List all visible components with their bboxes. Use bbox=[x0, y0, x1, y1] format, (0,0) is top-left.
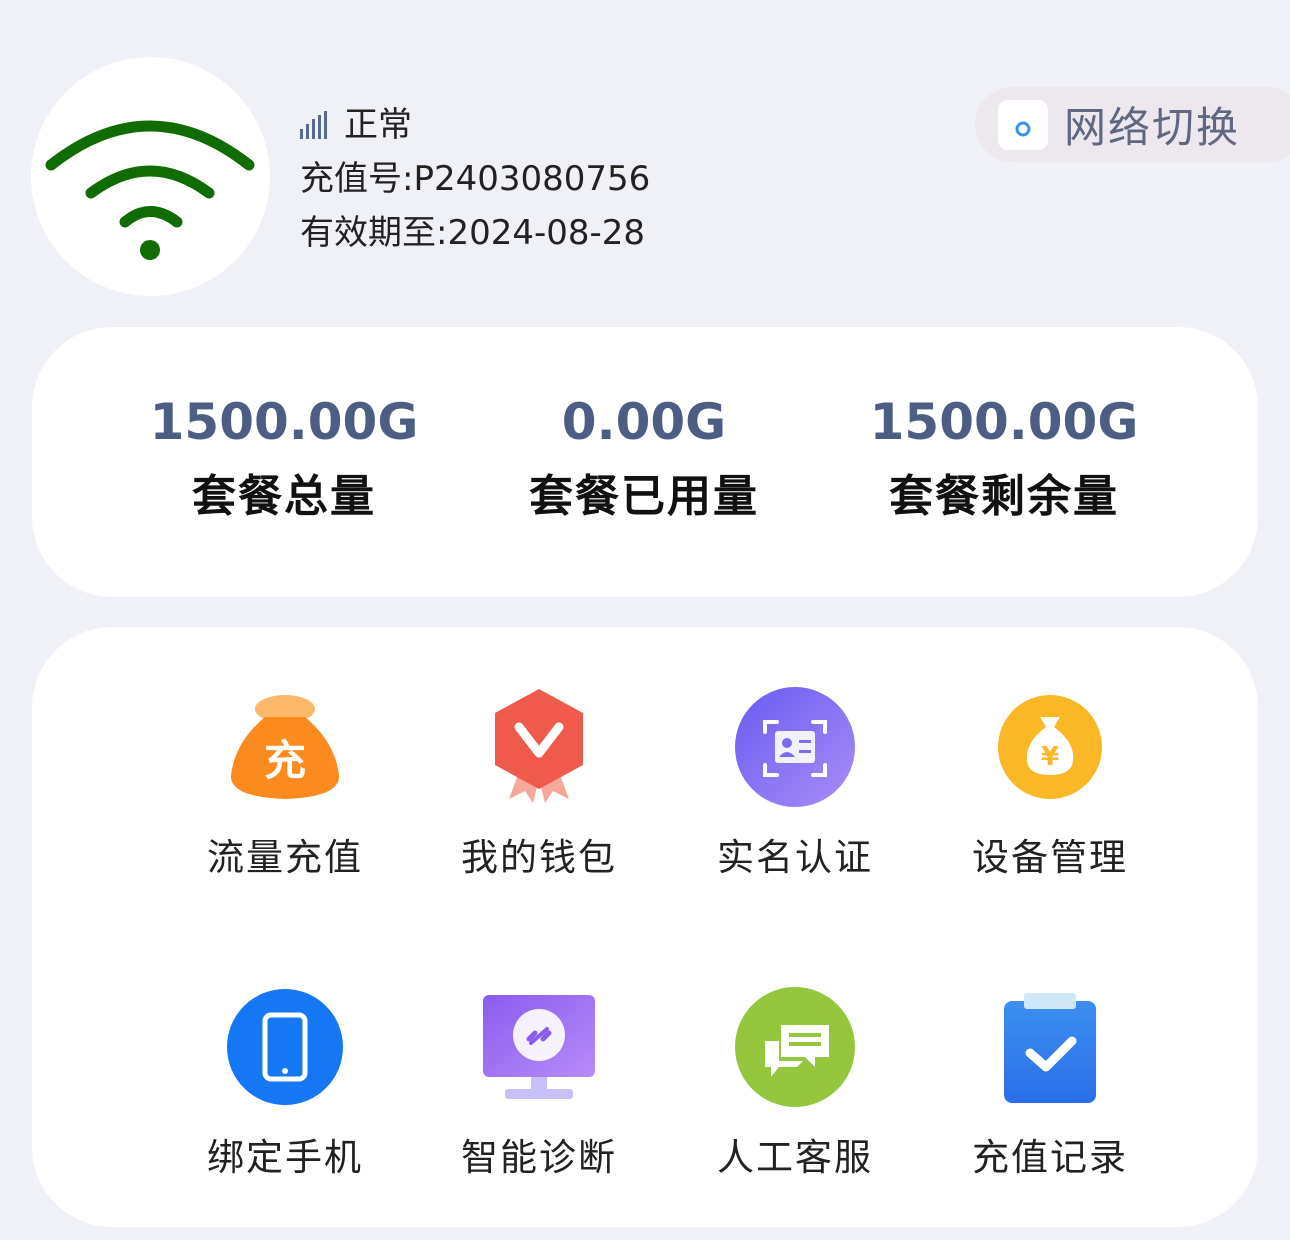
signal-bars-icon bbox=[300, 111, 327, 139]
status-text: 正常 bbox=[344, 105, 412, 145]
menu-label-bind-phone: 绑定手机 bbox=[207, 1136, 363, 1179]
stat-used-value: 0.00G bbox=[561, 393, 727, 451]
status-row: 正常 bbox=[300, 98, 650, 152]
id-card-icon bbox=[735, 687, 855, 807]
menu-item-verify[interactable]: 实名认证 bbox=[685, 687, 905, 881]
svg-text:充: 充 bbox=[264, 736, 306, 785]
function-menu-card: 充 流量充值 我的钱包 实名认证 ¥ 设备管理 绑定手机 智能诊断 人工客服 充… bbox=[32, 627, 1258, 1227]
menu-item-recharge[interactable]: 充 流量充值 bbox=[175, 687, 395, 881]
stat-remaining-label: 套餐剩余量 bbox=[889, 471, 1119, 522]
menu-label-diagnosis: 智能诊断 bbox=[461, 1136, 617, 1179]
package-stats-card: 1500.00G 套餐总量 0.00G 套餐已用量 1500.00G 套餐剩余量 bbox=[32, 327, 1258, 597]
stat-used: 0.00G 套餐已用量 bbox=[464, 387, 824, 537]
menu-label-customer-service: 人工客服 bbox=[717, 1136, 873, 1179]
menu-label-verify: 实名认证 bbox=[717, 836, 873, 879]
stat-used-label: 套餐已用量 bbox=[529, 471, 759, 522]
menu-item-recharge-history[interactable]: 充值记录 bbox=[940, 987, 1160, 1181]
svg-text:¥: ¥ bbox=[1041, 742, 1059, 772]
menu-item-device-manage[interactable]: ¥ 设备管理 bbox=[940, 687, 1160, 881]
recharge-bag-icon: 充 bbox=[230, 695, 340, 799]
device-info: 正常 充值号:P2403080756 有效期至:2024-08-28 bbox=[300, 98, 650, 260]
network-switch-icon bbox=[998, 99, 1048, 150]
menu-item-diagnosis[interactable]: 智能诊断 bbox=[429, 987, 649, 1181]
menu-label-recharge: 流量充值 bbox=[207, 836, 363, 879]
menu-item-bind-phone[interactable]: 绑定手机 bbox=[175, 987, 395, 1181]
device-header: 正常 充值号:P2403080756 有效期至:2024-08-28 网络切换 bbox=[0, 0, 1290, 320]
phone-icon bbox=[227, 989, 343, 1105]
menu-label-device-manage: 设备管理 bbox=[972, 836, 1128, 879]
wallet-badge-icon bbox=[495, 689, 583, 803]
expiry-date: 有效期至:2024-08-28 bbox=[300, 213, 646, 253]
stat-remaining: 1500.00G 套餐剩余量 bbox=[824, 387, 1184, 537]
monitor-link-icon bbox=[483, 995, 595, 1099]
wifi-status-avatar bbox=[31, 57, 270, 296]
stat-total: 1500.00G 套餐总量 bbox=[104, 387, 464, 537]
network-switch-label: 网络切换 bbox=[1064, 103, 1241, 152]
network-switch-button[interactable]: 网络切换 bbox=[975, 87, 1290, 162]
menu-item-customer-service[interactable]: 人工客服 bbox=[685, 987, 905, 1181]
stat-remaining-value: 1500.00G bbox=[869, 393, 1139, 451]
recharge-id: 充值号:P2403080756 bbox=[300, 159, 651, 199]
stat-total-value: 1500.00G bbox=[149, 393, 419, 451]
chat-icon bbox=[735, 987, 855, 1107]
clipboard-check-icon bbox=[1004, 993, 1096, 1103]
menu-label-wallet: 我的钱包 bbox=[461, 836, 617, 879]
stat-total-label: 套餐总量 bbox=[192, 471, 376, 522]
menu-label-recharge-history: 充值记录 bbox=[972, 1136, 1128, 1179]
menu-item-wallet[interactable]: 我的钱包 bbox=[429, 687, 649, 881]
money-bag-icon: ¥ bbox=[998, 695, 1102, 799]
wifi-icon bbox=[45, 120, 255, 260]
